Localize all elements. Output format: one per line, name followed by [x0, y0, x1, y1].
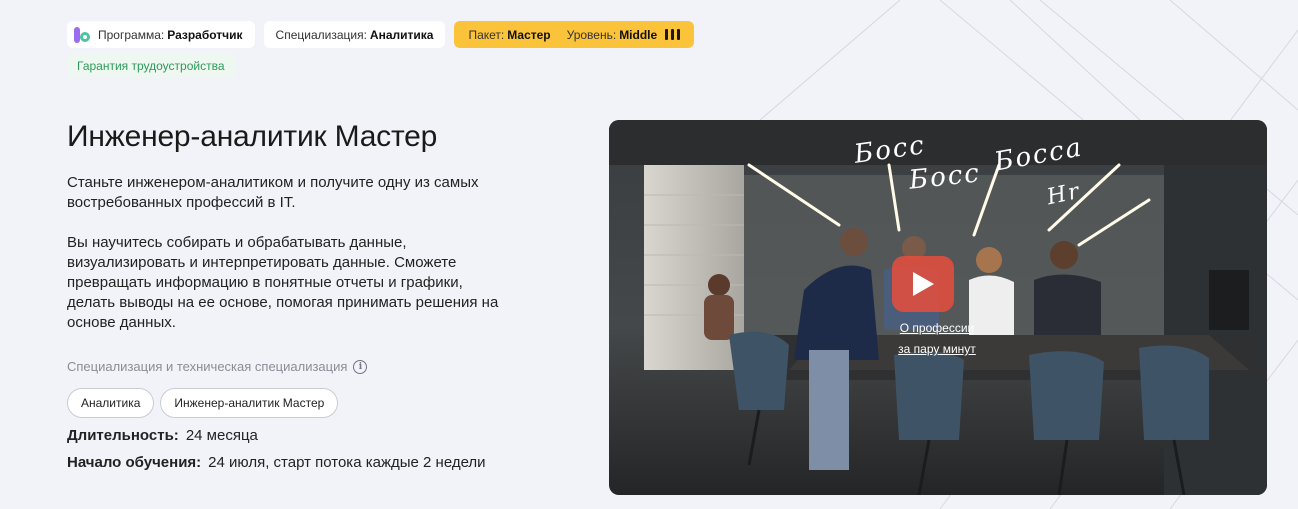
course-description: Станьте инженером-аналитиком и получите …: [67, 173, 507, 333]
promo-video[interactable]: Босс Босс Босса Hr О профессии за пару м…: [609, 120, 1267, 495]
level-part: Уровень: Middle: [567, 28, 681, 42]
specialization-value: Аналитика: [369, 27, 434, 42]
program-tag[interactable]: Программа: Разработчик: [67, 21, 255, 48]
level-value: Middle: [619, 27, 658, 42]
program-value: Разработчик: [167, 27, 243, 42]
duration-row: Длительность: 24 месяца: [67, 427, 258, 444]
specialization-chips: Аналитика Инженер-аналитик Мастер: [67, 388, 339, 418]
logo-icon: [74, 26, 90, 43]
duration-value: 24 месяца: [185, 427, 258, 444]
description-paragraph-2: Вы научитесь собирать и обрабатывать дан…: [67, 234, 499, 331]
specialization-heading: Специализация и техническая специализаци…: [67, 359, 348, 374]
play-icon: [913, 272, 934, 296]
duration-label: Длительность:: [67, 427, 179, 444]
video-caption[interactable]: О профессии за пару минут: [867, 318, 1007, 360]
program-label: Программа:: [98, 27, 165, 42]
start-row: Начало обучения: 24 июля, старт потока ка…: [67, 454, 486, 471]
info-icon[interactable]: i: [353, 359, 368, 374]
video-caption-line1: О профессии: [899, 321, 975, 335]
package-value: Мастер: [507, 27, 551, 42]
specialization-label: Специализация:: [275, 27, 367, 42]
page-title: Инженер-аналитик Мастер: [67, 120, 438, 153]
level-bars-icon: [665, 29, 681, 40]
package-level-tag[interactable]: Пакет: Мастер Уровень: Middle: [454, 21, 695, 48]
level-label: Уровень:: [566, 27, 617, 42]
start-value: 24 июля, старт потока каждые 2 недели: [208, 454, 486, 471]
specialization-section-label: Специализация и техническая специализаци…: [67, 359, 368, 374]
chip-engineer-analyst[interactable]: Инженер-аналитик Мастер: [160, 388, 339, 418]
description-paragraph-1: Станьте инженером-аналитиком и получите …: [67, 174, 479, 211]
specialization-tag[interactable]: Специализация: Аналитика: [263, 21, 446, 48]
play-button[interactable]: [892, 256, 954, 312]
tag-row: Программа: Разработчик Специализация: Ан…: [67, 21, 695, 48]
video-caption-line2: за пару минут: [898, 342, 976, 356]
guarantee-badge: Гарантия трудоустройства: [67, 53, 235, 78]
package-part: Пакет: Мастер: [468, 28, 550, 42]
start-label: Начало обучения:: [67, 454, 202, 471]
chip-analytics[interactable]: Аналитика: [67, 388, 155, 418]
package-label: Пакет:: [468, 27, 505, 42]
